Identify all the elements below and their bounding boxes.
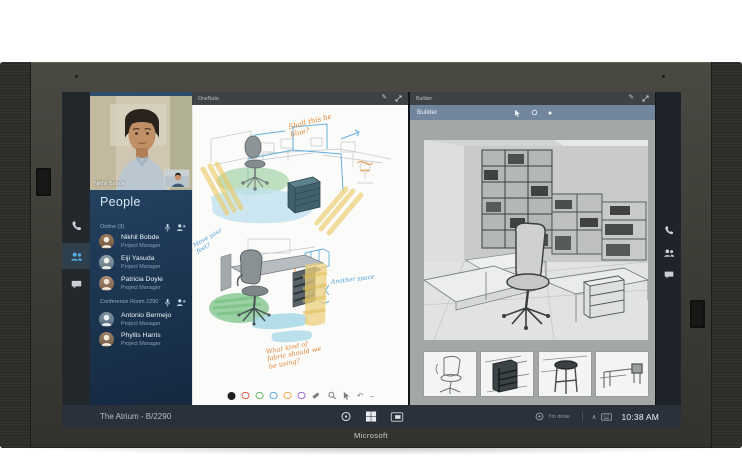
skype-people-panel: Nikhil Bobde People Online (3): [90, 92, 192, 405]
quick-actions-circle-icon[interactable]: [340, 411, 351, 422]
builder-content: [410, 120, 655, 405]
contact-nikhil-bobde[interactable]: Nikhil Bobde Project Manager: [90, 232, 192, 252]
contact-name: Antonio Bermejo: [121, 312, 171, 319]
builder-3d-viewport[interactable]: [424, 140, 648, 340]
people-icon[interactable]: [656, 245, 681, 261]
avatar: [99, 332, 114, 347]
onenote-canvas[interactable]: Shall this be blue? Move your feet? Anot…: [192, 105, 408, 405]
minimize-toolbar-icon[interactable]: –: [370, 392, 374, 400]
video-call-feed[interactable]: Nikhil Bobde: [90, 96, 192, 190]
resize-icon[interactable]: [642, 95, 649, 102]
mic-icon[interactable]: [164, 298, 171, 307]
contact-role: Project Manager: [121, 341, 161, 347]
ink-pen-icon[interactable]: ✎: [629, 95, 634, 102]
eraser-icon[interactable]: [312, 391, 321, 400]
zoom-icon[interactable]: [327, 391, 336, 400]
video-self-preview[interactable]: [165, 170, 189, 187]
stylus-pen-left[interactable]: [36, 168, 51, 196]
right-speaker-grille: [711, 62, 742, 448]
surface-hub-scene: Nikhil Bobde People Online (3): [0, 0, 742, 470]
left-speaker-grille: [0, 62, 31, 448]
contact-role: Project Manager: [121, 264, 161, 270]
people-panel-title: People: [100, 195, 141, 209]
right-call-rail: [656, 92, 681, 405]
model-thumbnails: [424, 352, 648, 398]
pen-black-swatch[interactable]: [227, 392, 235, 400]
resize-icon[interactable]: [395, 95, 402, 102]
avatar: [99, 234, 114, 249]
builder-titlebar[interactable]: Builder ✎: [410, 92, 655, 105]
avatar: [99, 276, 114, 291]
avatar: [99, 312, 114, 327]
thumbnail-stool[interactable]: [539, 352, 591, 396]
phone-icon[interactable]: [656, 222, 681, 238]
select-cursor-icon[interactable]: [343, 391, 351, 400]
clock[interactable]: 10:38 AM: [621, 412, 659, 422]
contact-role: Project Manager: [121, 321, 161, 327]
builder-window: Builder ✎ Builder: [410, 92, 655, 405]
taskbar-center-buttons: [340, 405, 403, 428]
chat-icon[interactable]: [62, 276, 90, 292]
pen-green-swatch[interactable]: [256, 392, 264, 400]
add-person-icon[interactable]: [176, 223, 186, 232]
phone-icon[interactable]: [62, 217, 90, 233]
onenote-window: OneNote ✎: [192, 92, 408, 405]
ink-toolbar: ↶ –: [227, 391, 374, 400]
sensor-dot-left: [75, 75, 78, 78]
rotate-tool-icon[interactable]: [531, 109, 538, 116]
builder-window-title: Builder: [416, 96, 621, 102]
undo-icon[interactable]: ↶: [357, 392, 363, 400]
add-person-icon[interactable]: [176, 298, 186, 307]
chat-icon[interactable]: [656, 267, 681, 283]
device-shadow: [26, 448, 716, 455]
onenote-titlebar[interactable]: OneNote ✎: [192, 92, 408, 105]
contact-role: Project Manager: [121, 285, 161, 291]
stylus-pen-right[interactable]: [690, 300, 705, 328]
chevron-up-icon[interactable]: ∧: [592, 413, 597, 421]
video-caption: Nikhil Bobde: [94, 181, 125, 187]
keyboard-icon[interactable]: [601, 413, 612, 421]
left-call-rail: [62, 92, 90, 405]
taskbar: The Atrium - B/2290 I'm: [62, 405, 681, 428]
builder-app-title: Builder: [417, 109, 437, 116]
contact-name: Nikhil Bobde: [121, 234, 159, 241]
thumbnail-chair[interactable]: [424, 352, 476, 396]
contact-name: Phyllis Harris: [121, 332, 161, 339]
group-label-conference-room: Conference Room 2290 (2): [100, 297, 186, 307]
thumbnail-table[interactable]: [596, 352, 648, 396]
microsoft-logo: Microsoft: [0, 431, 742, 440]
contact-name: Patricia Doyle: [121, 276, 163, 283]
contact-patricia-doyle[interactable]: Patricia Doyle Project Manager: [90, 274, 192, 294]
contact-antonio-bermejo[interactable]: Antonio Bermejo Project Manager: [90, 310, 192, 330]
display: Nikhil Bobde People Online (3): [62, 92, 681, 428]
cursor-tool-icon[interactable]: [514, 109, 521, 117]
sensor-dot-right: [662, 75, 665, 78]
pen-purple-swatch[interactable]: [298, 392, 306, 400]
contact-name: Eiji Yasuda: [121, 255, 154, 262]
contact-phyllis-harris[interactable]: Phyllis Harris Project Manager: [90, 330, 192, 350]
taskbar-right-cluster: I'm done ∧ 10:38 AM: [535, 405, 659, 428]
connect-display-icon[interactable]: [390, 412, 403, 422]
avatar: [99, 255, 114, 270]
builder-tools: [514, 109, 552, 117]
pen-orange-swatch[interactable]: [284, 392, 292, 400]
im-done-label[interactable]: I'm done: [549, 414, 570, 420]
im-done-icon[interactable]: [535, 412, 544, 421]
pen-blue-swatch[interactable]: [270, 392, 278, 400]
mic-icon[interactable]: [164, 223, 171, 232]
people-icon[interactable]: [62, 248, 90, 264]
start-windows-icon[interactable]: [365, 411, 376, 422]
room-name-label: The Atrium - B/2290: [100, 412, 171, 421]
pen-red-swatch[interactable]: [242, 392, 250, 400]
contact-role: Project Manager: [121, 243, 161, 249]
onenote-window-title: OneNote: [198, 96, 374, 102]
group-label-online: Online (3): [100, 222, 186, 232]
ink-pen-icon[interactable]: ✎: [382, 95, 387, 102]
surface-hub-device: Nikhil Bobde People Online (3): [0, 62, 742, 448]
builder-app-header: Builder: [410, 105, 655, 120]
overflow-dot-icon[interactable]: [548, 111, 552, 115]
taskbar-divider: [582, 412, 583, 421]
thumbnail-cabinet[interactable]: [481, 352, 533, 396]
contact-eiji-yasuda[interactable]: Eiji Yasuda Project Manager: [90, 253, 192, 273]
